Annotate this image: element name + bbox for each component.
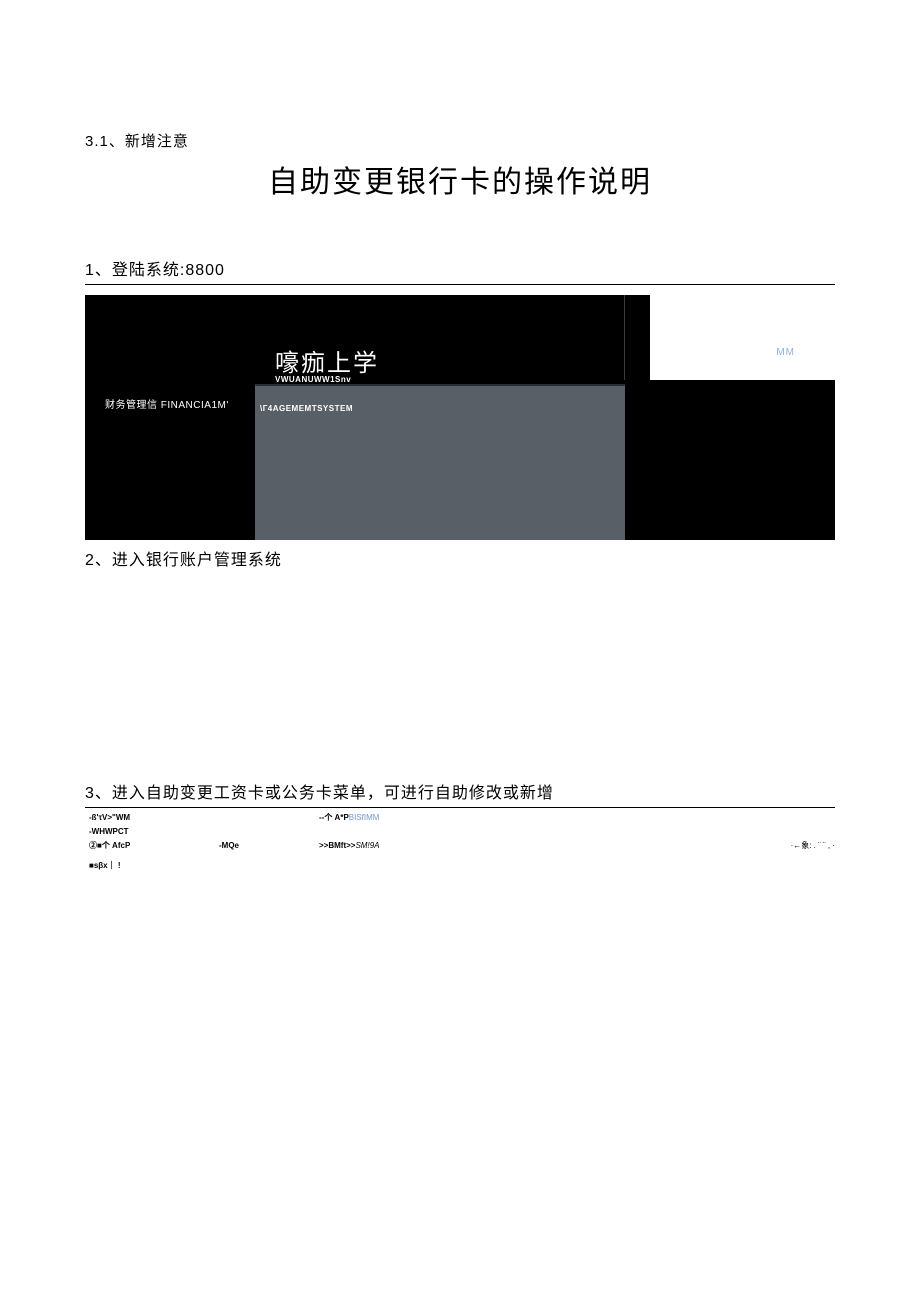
footer-row-1: -ß'τV>"WM --个 A*PBISfIMM <box>85 812 835 825</box>
footer-cell: >>BMft>>SM!9A <box>319 840 735 853</box>
step-2-heading: 2、进入银行账户管理系统 <box>85 546 835 574</box>
financial-label: 财务管理信 FINANCIA1M' <box>85 390 255 415</box>
footer-row-4: ■sβx｜ ! <box>85 860 835 873</box>
mm-label: MM <box>776 347 795 358</box>
footer-row-2: -WHWPCT <box>85 826 835 839</box>
vertical-divider <box>624 295 625 380</box>
screenshot-cutout <box>650 295 835 380</box>
gray-panel: \Г4AGEMEMTSYSTEM <box>255 384 625 540</box>
footer-row-3: ②■个 AfcP -MQe >>BMft>>SM!9A ·←象: . ¨ ¨ ,… <box>85 840 835 853</box>
footer-cell: -WHWPCT <box>89 826 219 839</box>
footer-link-fragment: BISfIMM <box>349 813 380 822</box>
step-1-screenshot: MM 嚎痂上学 VWUANUWW1Snv 财务管理信 FINANCIA1M' \… <box>85 295 835 540</box>
footer-text-fragment: SM!9A <box>355 841 379 850</box>
section-note-heading: 3.1、新增注意 <box>85 130 835 151</box>
footer-cell: ·←象: . ¨ ¨ , · <box>735 840 835 853</box>
footer-cell: ②■个 AfcP <box>89 840 219 853</box>
management-system-label: \Г4AGEMEMTSYSTEM <box>260 404 353 413</box>
step-3-content: -ß'τV>"WM --个 A*PBISfIMM -WHWPCT ②■个 Afc… <box>85 810 835 876</box>
footer-cell: -MQe <box>219 840 319 853</box>
step-1-heading: 1、登陆系统:8800 <box>85 256 835 285</box>
footer-cell: --个 A*PBISfIMM <box>319 812 735 825</box>
main-title: 自助变更银行卡的操作说明 <box>85 157 835 201</box>
footer-text-fragment: >>BMft>> <box>319 841 355 850</box>
step-3-heading: 3、进入自助变更工资卡或公务卡菜单，可进行自助修改或新增 <box>85 779 835 808</box>
footer-text-fragment: --个 A*P <box>319 813 349 822</box>
step-2-screenshot-placeholder <box>85 584 835 779</box>
footer-cell: ■sβx｜ ! <box>89 860 219 873</box>
footer-cell: -ß'τV>"WM <box>89 812 219 825</box>
screenshot-subtitle: VWUANUWW1Snv <box>275 375 351 384</box>
screenshot-title: 嚎痂上学 <box>275 343 379 378</box>
